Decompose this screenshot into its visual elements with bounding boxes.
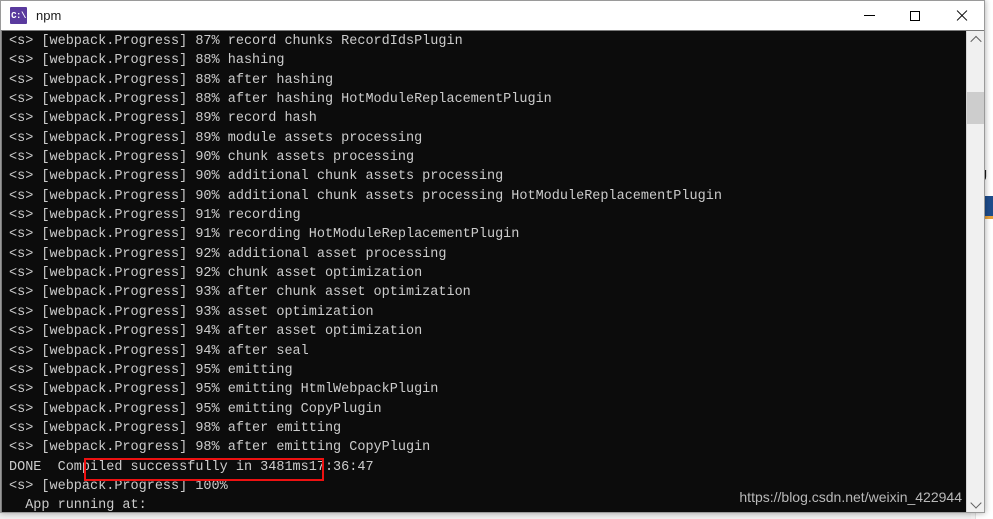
console-line: <s> [webpack.Progress] 94% after asset o… bbox=[9, 324, 423, 340]
console-line: <s> [webpack.Progress] 90% additional ch… bbox=[9, 188, 722, 204]
console-line: <s> [webpack.Progress] 95% emitting bbox=[9, 362, 293, 378]
watermark-text: https://blog.csdn.net/weixin_422944 bbox=[739, 489, 962, 505]
console-log-lines: <s> [webpack.Progress] 87% record chunks… bbox=[9, 32, 964, 512]
console-scrollbar[interactable] bbox=[966, 31, 984, 512]
console-line: <s> [webpack.Progress] 91% recording bbox=[9, 208, 301, 224]
console-line: <s> [webpack.Progress] 94% after seal bbox=[9, 343, 309, 359]
npm-terminal-window[interactable]: C:\ npm <s> [webpack.Progress] 87% recor… bbox=[0, 0, 985, 513]
console-line: <s> [webpack.Progress] 88% hashing bbox=[9, 53, 285, 69]
console-line: <s> [webpack.Progress] 89% module assets… bbox=[9, 130, 423, 146]
window-title: npm bbox=[36, 8, 62, 23]
console-line: <s> [webpack.Progress] 91% recording Hot… bbox=[9, 227, 520, 243]
close-button[interactable] bbox=[938, 1, 984, 30]
console-line: <s> [webpack.Progress] 88% after hashing… bbox=[9, 92, 552, 108]
console-line: <s> [webpack.Progress] 92% additional as… bbox=[9, 246, 447, 262]
scrollbar-track-upper[interactable] bbox=[967, 49, 984, 92]
maximize-button[interactable] bbox=[892, 1, 938, 30]
console-line: <s> [webpack.Progress] 98% after emittin… bbox=[9, 420, 342, 436]
console-line: <s> [webpack.Progress] 92% chunk asset o… bbox=[9, 266, 423, 282]
console-line: <s> [webpack.Progress] 89% record hash bbox=[9, 111, 317, 127]
title-bar[interactable]: C:\ npm bbox=[1, 1, 984, 31]
maximize-icon bbox=[910, 10, 920, 21]
console-line: <s> [webpack.Progress] 95% emitting Copy… bbox=[9, 401, 382, 417]
scroll-down-button[interactable] bbox=[967, 494, 984, 512]
console-line: <s> [webpack.Progress] 87% record chunks… bbox=[9, 34, 463, 49]
console-line: <s> [webpack.Progress] 90% chunk assets … bbox=[9, 150, 415, 166]
minimize-icon bbox=[863, 15, 875, 16]
chevron-down-icon bbox=[969, 497, 982, 509]
scrollbar-thumb[interactable] bbox=[967, 92, 984, 124]
console-output-area[interactable]: <s> [webpack.Progress] 87% record chunks… bbox=[1, 30, 984, 512]
console-line: <s> [webpack.Progress] 90% additional ch… bbox=[9, 169, 504, 185]
console-line: <s> [webpack.Progress] 98% after emittin… bbox=[9, 440, 431, 456]
close-icon bbox=[955, 10, 967, 22]
window-controls bbox=[846, 1, 984, 30]
console-line: DONE Compiled successfully in 3481ms17:3… bbox=[9, 459, 374, 475]
console-line: <s> [webpack.Progress] 93% after chunk a… bbox=[9, 285, 471, 301]
cmd-console-icon: C:\ bbox=[10, 7, 27, 24]
console-line: <s> [webpack.Progress] 95% emitting Html… bbox=[9, 382, 439, 398]
console-line: <s> [webpack.Progress] 88% after hashing bbox=[9, 72, 334, 88]
chevron-up-icon bbox=[969, 35, 982, 48]
console-line: <s> [webpack.Progress] 93% asset optimiz… bbox=[9, 304, 374, 320]
scroll-up-button[interactable] bbox=[967, 31, 984, 49]
minimize-button[interactable] bbox=[846, 1, 892, 30]
